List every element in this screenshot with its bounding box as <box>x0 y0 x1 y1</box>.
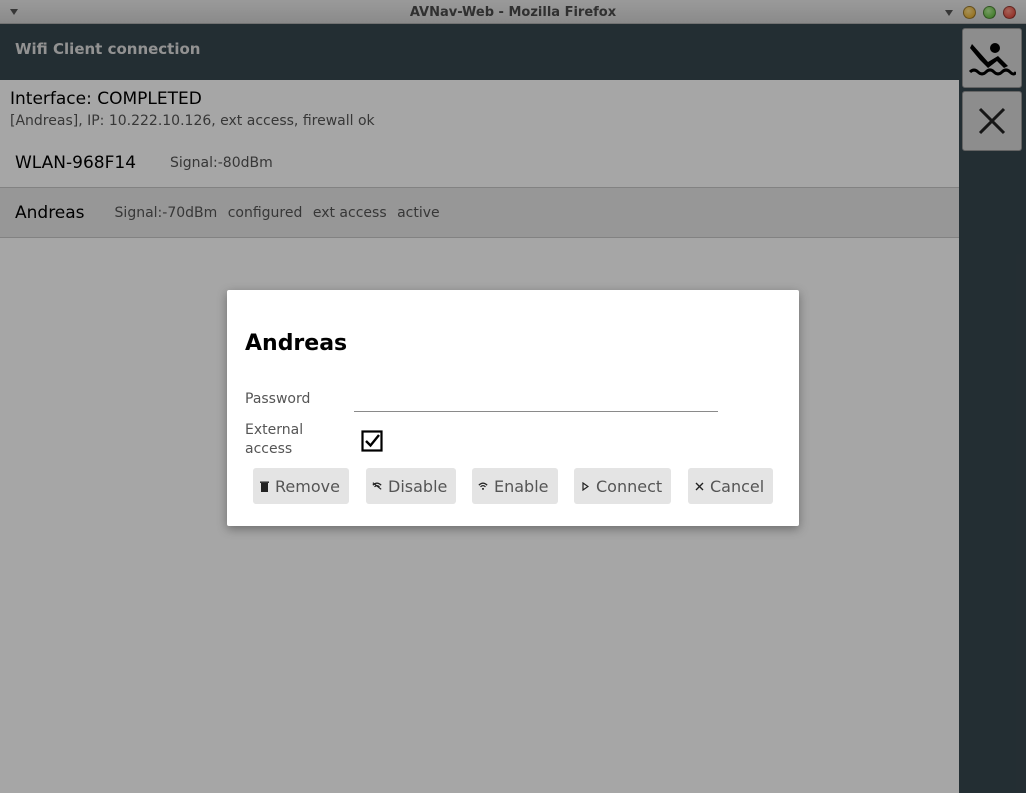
trash-icon <box>259 479 269 493</box>
play-icon <box>580 479 590 493</box>
network-dialog: Andreas Password External access Remove … <box>227 290 799 526</box>
enable-label: Enable <box>494 476 549 496</box>
dialog-title: Andreas <box>245 331 348 356</box>
disable-label: Disable <box>388 476 448 496</box>
remove-button[interactable]: Remove <box>253 468 349 504</box>
wifi-icon <box>478 479 488 493</box>
close-icon <box>694 479 704 493</box>
remove-label: Remove <box>275 476 340 496</box>
password-input[interactable] <box>354 386 718 412</box>
cancel-label: Cancel <box>710 476 765 496</box>
connect-label: Connect <box>596 476 663 496</box>
disable-button[interactable]: Disable <box>366 468 456 504</box>
connect-button[interactable]: Connect <box>574 468 671 504</box>
cancel-button[interactable]: Cancel <box>688 468 773 504</box>
wifi-off-icon <box>372 479 382 493</box>
password-label: Password <box>245 391 311 407</box>
external-access-checkbox[interactable] <box>361 430 383 452</box>
enable-button[interactable]: Enable <box>472 468 558 504</box>
external-access-label: External access <box>245 422 304 457</box>
